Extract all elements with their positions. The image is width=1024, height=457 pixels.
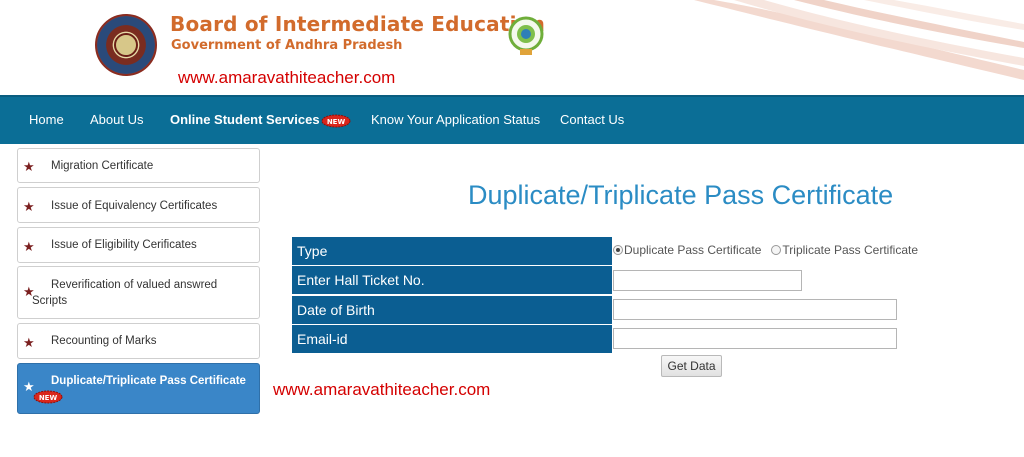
sidebar-item-label: Issue of Equivalency Certificates xyxy=(51,200,218,212)
star-icon: ★ xyxy=(23,199,35,214)
nav-online-student-services[interactable]: Online Student Services NEW xyxy=(170,112,351,128)
sidebar-item-label: Duplicate/Triplicate Pass Certificate xyxy=(51,375,246,387)
sidebar-item-migration[interactable]: ★ Migration Certificate xyxy=(17,148,260,183)
board-emblem-logo xyxy=(95,14,157,76)
brand-subtitle: Government of Andhra Pradesh xyxy=(171,38,403,53)
sidebar-item-duplicate-certificate[interactable]: ★ Duplicate/Triplicate Pass Certificate … xyxy=(17,363,260,414)
dob-input[interactable] xyxy=(613,299,897,320)
sidebar-item-label: Reverification of valued answred Scripts xyxy=(32,279,218,307)
radio-duplicate[interactable] xyxy=(613,245,623,255)
star-icon: ★ xyxy=(23,159,35,174)
nav-application-status[interactable]: Know Your Application Status xyxy=(371,112,540,127)
type-label: Type xyxy=(292,237,612,266)
dob-label: Date of Birth xyxy=(292,296,612,325)
state-emblem-logo xyxy=(508,16,544,55)
brand-title: Board of Intermediate Education xyxy=(170,12,546,36)
nav-contact-us[interactable]: Contact Us xyxy=(560,112,624,127)
new-badge-text: NEW xyxy=(39,394,58,402)
page-title: Duplicate/Triplicate Pass Certificate xyxy=(468,180,894,210)
radio-triplicate[interactable] xyxy=(771,245,782,255)
sidebar-item-reverification[interactable]: ★ Reverification of valued answred Scrip… xyxy=(17,266,260,319)
decorative-swoosh xyxy=(694,0,1024,80)
sidebar-item-eligibility[interactable]: ★ Issue of Eligibility Cerificates xyxy=(17,227,260,263)
site-header: Board of Intermediate Education Governme… xyxy=(0,0,1024,95)
watermark-text-top: www.amaravathiteacher.com xyxy=(178,68,396,87)
main-navbar: Home About Us Online Student Services NE… xyxy=(0,95,1024,144)
star-icon: ★ xyxy=(23,335,35,350)
nav-home[interactable]: Home xyxy=(29,112,64,127)
radio-triplicate-label: Triplicate Pass Certificate xyxy=(782,243,919,257)
hall-ticket-input[interactable] xyxy=(613,270,802,291)
sidebar-item-label: Recounting of Marks xyxy=(51,335,157,347)
get-data-button[interactable]: Get Data xyxy=(661,355,722,377)
watermark-text-bottom: www.amaravathiteacher.com xyxy=(273,380,491,399)
new-badge-text: NEW xyxy=(326,118,345,126)
email-label: Email-id xyxy=(292,325,612,354)
sidebar-item-equivalency[interactable]: ★ Issue of Equivalency Certificates xyxy=(17,187,260,223)
new-badge-icon: NEW xyxy=(321,114,351,128)
sidebar-item-label: Migration Certificate xyxy=(51,160,154,172)
nav-about-us[interactable]: About Us xyxy=(90,112,143,127)
email-input[interactable] xyxy=(613,328,897,349)
new-badge-icon: NEW xyxy=(33,390,63,404)
nav-online-student-services-label: Online Student Services xyxy=(170,112,320,127)
type-radio-group: Duplicate Pass Certificate Triplicate Pa… xyxy=(613,243,918,257)
radio-duplicate-label: Duplicate Pass Certificate xyxy=(624,243,762,257)
sidebar-item-label: Issue of Eligibility Cerificates xyxy=(51,239,197,251)
sidebar-item-recounting[interactable]: ★ Recounting of Marks xyxy=(17,323,260,359)
star-icon: ★ xyxy=(23,239,35,254)
hall-ticket-label: Enter Hall Ticket No. xyxy=(292,266,612,295)
